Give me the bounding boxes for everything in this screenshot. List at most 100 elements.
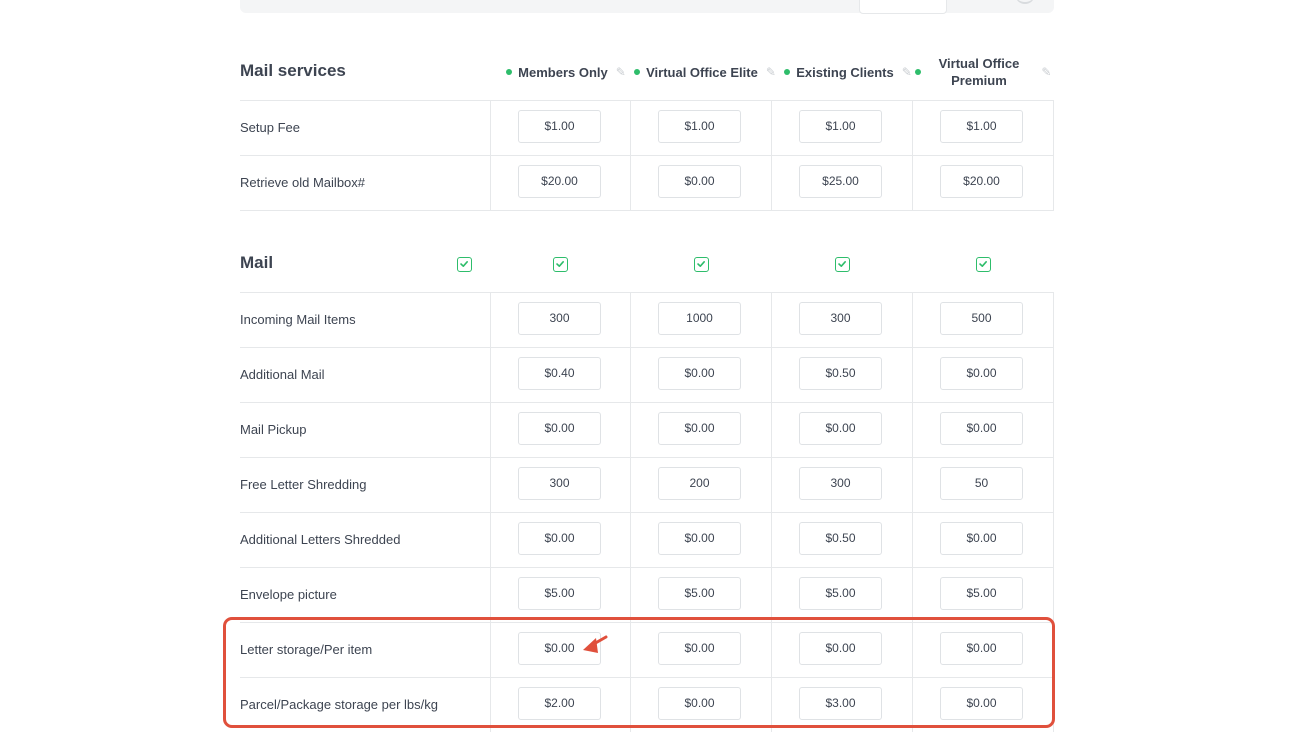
table-cell: 300 <box>771 458 912 512</box>
table-row: Retrieve old Mailbox# $20.00 $0.00 $25.0… <box>240 156 1054 211</box>
value-input[interactable]: $0.00 <box>658 412 741 445</box>
top-toolbar <box>240 0 1054 14</box>
table-row: Letter storage/Per item $0.00 $0.00 $0.0… <box>240 623 1054 678</box>
green-dot-icon <box>914 69 921 75</box>
members-only-checkbox-icon[interactable] <box>553 257 568 272</box>
table-cell: 50 <box>912 458 1054 512</box>
value-input[interactable]: $20.00 <box>518 165 601 198</box>
pencil-icon[interactable]: ✎ <box>1041 65 1051 79</box>
plan-header-virtual-office-elite: Virtual Office Elite ✎ <box>630 44 780 100</box>
value-input[interactable]: $0.00 <box>940 632 1023 665</box>
green-dot-icon <box>506 69 513 75</box>
value-input[interactable]: $5.00 <box>799 577 882 610</box>
value-input[interactable]: 300 <box>799 302 882 335</box>
table-row: Additional Mail $0.40 $0.00 $0.50 $0.00 <box>240 348 1054 403</box>
value-input[interactable]: $20.00 <box>940 165 1023 198</box>
value-input[interactable]: 300 <box>518 467 601 500</box>
table-cell: $0.00 <box>912 348 1054 402</box>
table-cell: $1.00 <box>630 101 771 155</box>
table-cell: $0.50 <box>771 513 912 567</box>
table-cell: $5.00 <box>771 568 912 622</box>
table-cell: $5.00 <box>630 568 771 622</box>
table-cell: $1.00 <box>771 101 912 155</box>
row-label: Letter storage/Per item <box>240 642 373 657</box>
virtual-office-elite-checkbox-icon[interactable] <box>694 257 709 272</box>
row-label: Free Letter Shredding <box>240 477 367 492</box>
plan-name: Virtual Office Premium <box>939 55 1020 89</box>
value-input[interactable]: $0.00 <box>658 357 741 390</box>
value-input[interactable]: $2.00 <box>518 687 601 720</box>
select-all-checkbox-icon[interactable] <box>457 257 472 272</box>
value-input[interactable]: $3.00 <box>799 687 882 720</box>
table-row: Mail Pickup $0.00 $0.00 $0.00 $0.00 <box>240 403 1054 458</box>
value-input[interactable]: $0.00 <box>940 412 1023 445</box>
table-cell: $0.00 <box>912 513 1054 567</box>
plan-header-members-only: Members Only ✎ <box>496 44 636 100</box>
value-input[interactable]: $5.00 <box>518 577 601 610</box>
plan-name: Virtual Office Elite <box>646 64 758 80</box>
value-input[interactable]: $0.00 <box>658 165 741 198</box>
table-cell: 300 <box>771 293 912 347</box>
value-input[interactable]: $25.00 <box>799 165 882 198</box>
value-input[interactable]: 1000 <box>658 302 741 335</box>
value-input[interactable]: 300 <box>799 467 882 500</box>
value-input[interactable]: 200 <box>658 467 741 500</box>
table-cell: $0.40 <box>490 348 631 402</box>
pencil-icon[interactable]: ✎ <box>766 65 776 79</box>
value-input[interactable]: $0.00 <box>940 357 1023 390</box>
value-input[interactable]: $1.00 <box>658 110 741 143</box>
table-cell: $0.00 <box>490 403 631 457</box>
value-input[interactable]: $5.00 <box>658 577 741 610</box>
mail-header: Mail <box>240 236 1054 293</box>
mail-services-header: Mail services Members Only ✎ Virtual Off… <box>240 44 1054 101</box>
value-input[interactable]: 50 <box>940 467 1023 500</box>
table-cell: $25.00 <box>771 156 912 210</box>
table-row: Incoming Mail Items 300 1000 300 500 <box>240 293 1054 348</box>
value-input[interactable]: 500 <box>940 302 1023 335</box>
virtual-office-premium-checkbox-icon[interactable] <box>976 257 991 272</box>
row-label: Setup Fee <box>240 120 300 135</box>
pencil-icon[interactable]: ✎ <box>902 65 912 79</box>
value-input[interactable]: $0.00 <box>940 687 1023 720</box>
value-input[interactable]: 300 <box>518 302 601 335</box>
mail-section: Mail Incoming Mail Items 300 1000 300 50… <box>240 236 1054 732</box>
value-input[interactable]: $5.00 <box>940 577 1023 610</box>
table-cell: $5.00 <box>490 568 631 622</box>
value-input[interactable]: $0.00 <box>658 522 741 555</box>
toolbar-avatar-icon[interactable] <box>1015 0 1035 4</box>
pencil-icon[interactable]: ✎ <box>616 65 626 79</box>
table-cell: $0.00 <box>490 513 631 567</box>
value-input[interactable]: $1.00 <box>940 110 1023 143</box>
value-input[interactable]: $0.50 <box>799 357 882 390</box>
value-input[interactable]: $0.00 <box>799 632 882 665</box>
value-input[interactable]: $0.00 <box>658 687 741 720</box>
plan-name: Existing Clients <box>796 64 894 80</box>
toolbar-input[interactable] <box>859 0 947 14</box>
row-label: Additional Letters Shredded <box>240 532 401 547</box>
value-input[interactable]: $0.00 <box>940 522 1023 555</box>
table-row: Additional Letters Shredded $0.00 $0.00 … <box>240 513 1054 568</box>
table-cell: $0.00 <box>630 348 771 402</box>
plan-header-virtual-office-premium: Virtual Office Premium ✎ <box>912 44 1054 100</box>
table-cell: $0.00 <box>771 623 912 677</box>
plan-name-line2: Premium <box>951 73 1007 88</box>
table-row: Envelope picture $5.00 $5.00 $5.00 $5.00 <box>240 568 1054 623</box>
value-input[interactable]: $0.00 <box>799 412 882 445</box>
table-cell: $0.00 <box>630 623 771 677</box>
existing-clients-checkbox-icon[interactable] <box>835 257 850 272</box>
table-cell: $0.00 <box>630 678 771 732</box>
red-arrow-icon <box>583 635 608 653</box>
section-title: Mail <box>240 253 274 272</box>
value-input[interactable]: $1.00 <box>799 110 882 143</box>
table-cell: $0.00 <box>912 623 1054 677</box>
table-cell: 1000 <box>630 293 771 347</box>
value-input[interactable]: $0.50 <box>799 522 882 555</box>
value-input[interactable]: $1.00 <box>518 110 601 143</box>
plan-name-line1: Virtual Office <box>938 56 1020 71</box>
table-row: Parcel/Package storage per lbs/kg $2.00 … <box>240 678 1054 732</box>
value-input[interactable]: $0.00 <box>518 522 601 555</box>
plan-header-existing-clients: Existing Clients ✎ <box>778 44 918 100</box>
value-input[interactable]: $0.00 <box>518 412 601 445</box>
value-input[interactable]: $0.40 <box>518 357 601 390</box>
value-input[interactable]: $0.00 <box>658 632 741 665</box>
